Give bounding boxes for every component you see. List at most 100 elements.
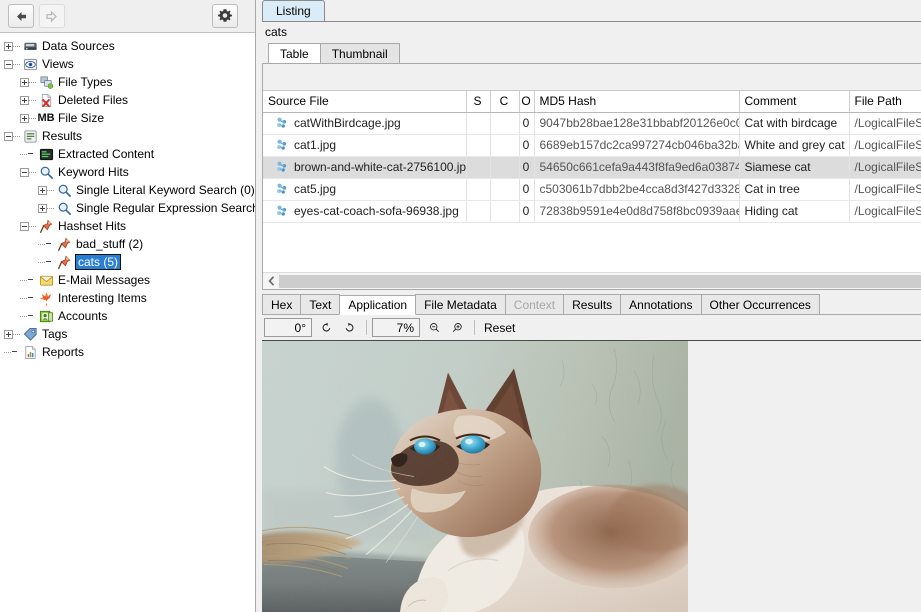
tree-item-results[interactable]: Results [0,127,255,145]
rotate-left-button[interactable] [315,317,338,338]
cell-c [490,200,519,222]
column-header-file-path[interactable]: File Path [849,91,921,112]
tree-item-deleted-files[interactable]: Deleted Files [0,91,255,109]
tree-item-interesting-items[interactable]: Interesting Items [0,289,255,307]
cell-source-file[interactable]: catWithBirdcage.jpg [263,112,466,134]
table-row[interactable]: cat1.jpg06689eb157dc2ca997274cb046ba32ba… [263,134,921,156]
tree-item-label: Views [38,57,74,71]
tree-leaf-spacer [45,240,54,249]
tree-item-label: File Types [54,75,112,89]
tree-plus-toggle-icon[interactable] [20,114,29,123]
tab-table-label: Table [280,47,309,61]
viewer-tab-results[interactable]: Results [563,294,621,314]
tab-thumbnail-label: Thumbnail [332,47,388,61]
tree-item-cats-5[interactable]: cats (5) [0,253,255,271]
viewer-tab-file-metadata[interactable]: File Metadata [415,294,506,314]
results-table-head: Source FileSCOMD5 HashComment File Path [263,91,921,112]
cell-md5-hash: 9047bb28bae128e31bbabf20126e0c0f [534,112,739,134]
tree-item-hashset-hits[interactable]: Hashset Hits [0,217,255,235]
tree-plus-toggle-icon[interactable] [4,42,13,51]
column-header-c[interactable]: C [490,91,519,112]
viewer-tab-other-occurrences[interactable]: Other Occurrences [701,294,820,314]
zoom-in-button[interactable] [446,317,469,338]
cell-md5-hash: 72838b9591e4e0d8d758f8bc0939aae4 [534,200,739,222]
settings-gear-button[interactable] [212,4,238,28]
cell-source-file[interactable]: cat1.jpg [263,134,466,156]
column-header-source-file[interactable]: Source File [263,91,466,112]
column-header-md5-hash[interactable]: MD5 Hash [534,91,739,112]
scroll-thumb[interactable] [279,275,921,288]
column-header-s[interactable]: S [466,91,490,112]
tree-minus-toggle-icon[interactable] [4,132,13,141]
tree-minus-toggle-icon[interactable] [20,168,29,177]
table-row[interactable]: eyes-cat-coach-sofa-96938.jpg072838b9591… [263,200,921,222]
forward-button[interactable] [39,4,65,28]
file-viewer: HexTextApplicationFile MetadataContextRe… [262,290,921,612]
tab-thumbnail[interactable]: Thumbnail [320,43,400,63]
tab-listing[interactable]: Listing [262,0,325,21]
tree-item-tags[interactable]: Tags [0,325,255,343]
tree-item-accounts[interactable]: Accounts [0,307,255,325]
viewer-tab-application[interactable]: Application [339,295,416,315]
tree-item-label: Hashset Hits [54,219,126,233]
tree-item-label: Accounts [54,309,107,323]
tree-item-reports[interactable]: Reports [0,343,255,361]
tree-plus-toggle-icon[interactable] [20,96,29,105]
hashset-pin-icon [57,237,72,252]
table-horizontal-scrollbar[interactable] [263,272,921,289]
viewer-tab-label: Hex [271,298,292,312]
autopsy-window: Data Sources Views File Types Deleted Files… [0,0,921,612]
tree-item-file-types[interactable]: File Types [0,73,255,91]
case-tree[interactable]: Data Sources Views File Types Deleted Files… [0,33,255,612]
column-header-o[interactable]: O [519,91,534,112]
viewer-tab-text[interactable]: Text [300,294,340,314]
table-row[interactable]: catWithBirdcage.jpg09047bb28bae128e31bba… [263,112,921,134]
reset-button[interactable]: Reset [480,321,519,335]
tree-item-single-literal-keyword-search-0[interactable]: Single Literal Keyword Search (0) [0,181,255,199]
cell-comment: Hiding cat [739,200,849,222]
tree-plus-toggle-icon[interactable] [38,186,47,195]
cell-file-path: /LogicalFileSe [849,178,921,200]
rotation-input[interactable]: 0° [264,318,312,337]
tree-plus-toggle-icon[interactable] [20,78,29,87]
table-row[interactable]: cat5.jpg0c503061b7dbb2be4cca8d3f427d3328… [263,178,921,200]
tree-item-file-size[interactable]: MBFile Size [0,109,255,127]
hashset-pin-icon [57,255,72,270]
deleted-files-icon [39,93,54,108]
column-header-label: File Path [855,94,902,108]
tree-item-views[interactable]: Views [0,55,255,73]
cell-source-file[interactable]: eyes-cat-coach-sofa-96938.jpg [263,200,466,222]
tree-item-e-mail-messages[interactable]: E-Mail Messages [0,271,255,289]
cell-s [466,156,490,178]
column-header-comment[interactable]: Comment [739,91,849,112]
viewer-tabbar: HexTextApplicationFile MetadataContextRe… [262,294,921,315]
tree-minus-toggle-icon[interactable] [20,222,29,231]
tree-item-label: Tags [38,327,67,341]
tree-minus-toggle-icon[interactable] [4,60,13,69]
cell-source-file[interactable]: brown-and-white-cat-2756100.jpg [263,156,466,178]
tree-item-label: File Size [54,111,104,125]
zoom-out-button[interactable] [423,317,446,338]
tree-item-data-sources[interactable]: Data Sources [0,37,255,55]
cell-s [466,178,490,200]
tree-guide [29,226,36,227]
tree-plus-toggle-icon[interactable] [38,204,47,213]
scroll-left-arrow-icon[interactable] [263,274,279,289]
viewer-tab-hex[interactable]: Hex [262,294,301,314]
tree-item-bad-stuff-2[interactable]: bad_stuff (2) [0,235,255,253]
tree-item-single-regular-expression-search-0[interactable]: Single Regular Expression Search (0) [0,199,255,217]
tree-plus-toggle-icon[interactable] [4,330,13,339]
tree-guide [20,316,27,317]
cell-source-file[interactable]: cat5.jpg [263,178,466,200]
tab-table[interactable]: Table [268,43,321,63]
cell-comment: Cat with birdcage [739,112,849,134]
viewer-tab-annotations[interactable]: Annotations [620,294,701,314]
tree-item-keyword-hits[interactable]: Keyword Hits [0,163,255,181]
tree-guide [13,334,20,335]
zoom-input[interactable]: 7% [372,318,420,337]
viewer-tab-label: Annotations [629,298,692,312]
table-row[interactable]: brown-and-white-cat-2756100.jpg054650c66… [263,156,921,178]
tree-item-extracted-content[interactable]: Extracted Content [0,145,255,163]
rotate-right-button[interactable] [338,317,361,338]
back-button[interactable] [8,4,34,28]
